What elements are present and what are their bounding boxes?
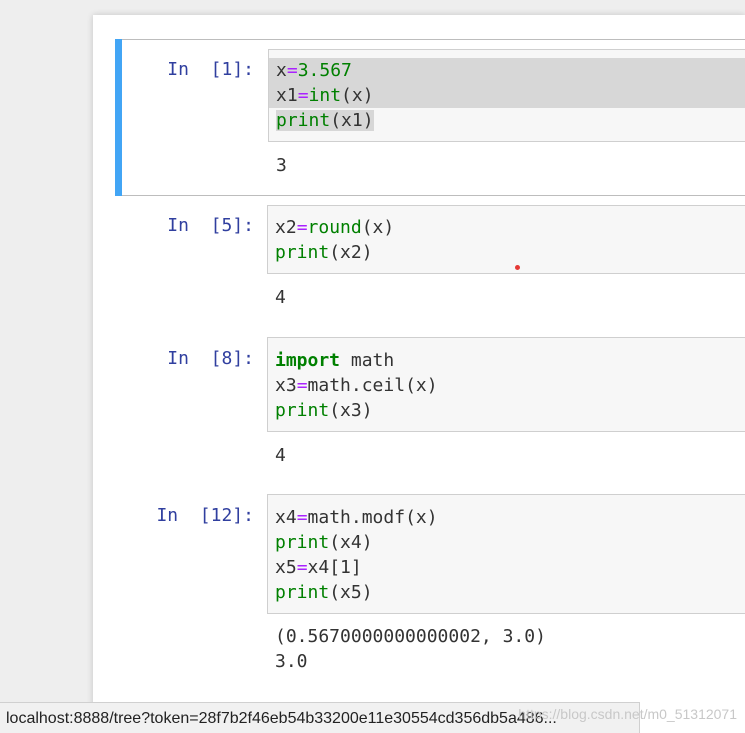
code-token: x [276,60,287,81]
code-token: x4 [275,507,297,528]
code-token: x5 [275,557,297,578]
code-editor[interactable]: x4=math.modf(x) print(x4) x5=x4[1] print(x5… [267,494,745,614]
code-line[interactable]: print(x1) [269,108,745,133]
code-editor[interactable]: x2=round(x) print(x2) [267,205,745,274]
code-line[interactable]: print(x2) [268,240,745,265]
code-editor[interactable]: x=3.567 x1=int(x) print(x1) [268,49,745,142]
cell-prompt: In [8]: [167,348,254,369]
code-line[interactable]: x1=int(x) [269,83,745,108]
code-line[interactable]: import math [268,348,745,373]
watermark: https://blog.csdn.net/m0_51312071 [518,706,737,722]
code-token: math.ceil(x) [307,375,438,396]
code-token: x4[1] [307,557,362,578]
code-line[interactable]: x4=math.modf(x) [268,505,745,530]
code-token: x1 [276,85,298,106]
cell-output: 4 [275,287,286,308]
code-token: (x2) [329,242,373,263]
code-token: print [275,532,330,553]
code-line[interactable]: print(x3) [268,398,745,423]
selected-text: print(x1) [276,110,374,131]
code-token: = [297,85,309,106]
code-token: round [307,217,362,238]
code-token: x3 [275,375,297,396]
code-token: print [275,582,330,603]
cell-output: 3 [276,155,287,176]
cursor-dot [515,265,520,270]
cell-selection-bar [115,39,122,196]
code-cell-12[interactable]: In [12]: x4=math.modf(x) print(x4) x5=x4[1… [115,494,745,694]
code-token: = [296,507,308,528]
code-token: (x3) [329,400,373,421]
code-token: (x4) [329,532,373,553]
code-token: x2 [275,217,297,238]
code-token: = [296,375,308,396]
code-token: = [296,557,308,578]
code-token: print [275,400,330,421]
cell-prompt: In [5]: [167,215,254,236]
code-line[interactable]: x3=math.ceil(x) [268,373,745,398]
code-editor[interactable]: import math x3=math.ceil(x) print(x3) [267,337,745,432]
code-line[interactable]: x5=x4[1] [268,555,745,580]
code-token: (x) [361,217,395,238]
code-line[interactable]: print(x4) [268,530,745,555]
code-token: print [276,110,331,131]
cell-output: (0.5670000000000002, 3.0) 3.0 [275,626,546,672]
code-token: int [308,85,342,106]
code-token: (x1) [330,110,374,131]
notebook-container: In [1]: x=3.567 x1=int(x) print(x1) 3 In [… [93,15,745,733]
code-cell-5[interactable]: In [5]: x2=round(x) print(x2) 4 [115,204,745,314]
code-token: = [286,60,298,81]
code-token: math.modf(x) [307,507,438,528]
code-line[interactable]: print(x5) [268,580,745,605]
code-line[interactable]: x=3.567 [269,58,745,83]
code-token: 3.567 [297,60,352,81]
cell-prompt: In [12]: [156,505,254,526]
cell-output: 4 [275,445,286,466]
code-token: (x5) [329,582,373,603]
code-line[interactable]: x2=round(x) [268,215,745,240]
code-token: = [296,217,308,238]
code-cell-8[interactable]: In [8]: import math x3=math.ceil(x) print(… [115,337,745,472]
code-token: import [275,350,341,371]
code-token: (x) [341,85,374,106]
cell-prompt: In [1]: [167,59,254,80]
code-token: print [275,242,330,263]
code-cell-1[interactable]: In [1]: x=3.567 x1=int(x) print(x1) 3 [115,39,745,196]
code-token: math [340,350,395,371]
